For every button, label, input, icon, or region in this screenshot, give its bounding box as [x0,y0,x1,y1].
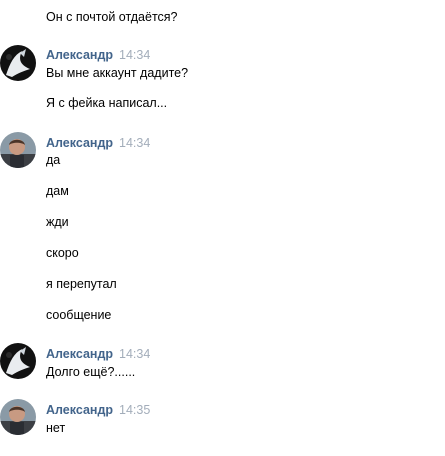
message-header: Александр 14:34 [46,47,150,63]
message-time[interactable]: 14:34 [119,347,150,361]
message-text: сообщение [46,308,112,322]
author-name[interactable]: Александр [46,403,113,417]
message-text: да [46,153,61,167]
dark-avatar-icon [0,45,36,81]
message-text: Вы мне аккаунт дадите? [46,66,189,80]
message-text: дам [46,184,69,198]
message-text: жди [46,215,69,229]
message-feed: Он с почтой отдаётся? Александр 14:34 Вы … [0,0,445,456]
message-text: скоро [46,246,79,260]
author-name[interactable]: Александр [46,136,113,150]
author-name[interactable]: Александр [46,48,113,62]
message-text: Он с почтой отдаётся? [46,10,178,24]
message-header: Александр 14:35 [46,402,150,418]
message-text: Я с фейка написал... [46,96,168,110]
message-header: Александр 14:34 [46,135,150,151]
message-time[interactable]: 14:34 [119,136,150,150]
author-name[interactable]: Александр [46,347,113,361]
message-text: я перепутал [46,277,117,291]
dark-avatar-icon [0,343,36,379]
avatar[interactable] [0,132,36,168]
avatar[interactable] [0,45,36,81]
message-text: Долго ещё?...... [46,365,136,379]
photo-avatar-icon [0,132,36,168]
avatar[interactable] [0,343,36,379]
message-time[interactable]: 14:35 [119,403,150,417]
message-time[interactable]: 14:34 [119,48,150,62]
photo-avatar-icon [0,399,36,435]
message-text: нет [46,421,66,435]
avatar[interactable] [0,399,36,435]
message-header: Александр 14:34 [46,346,150,362]
